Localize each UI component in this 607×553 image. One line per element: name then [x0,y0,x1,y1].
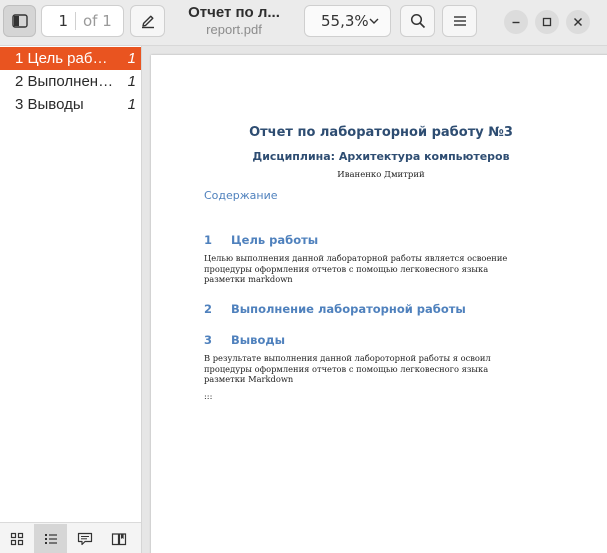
annotations-icon [77,532,92,545]
body-line: разметки Markdown [204,374,294,384]
current-page-input[interactable]: 1 [42,6,75,36]
chevron-down-icon [369,18,379,24]
document-subtitle: Дисциплина: Архитектура компьютеров [252,150,510,163]
outline-item-3[interactable]: 3 Выводы 1 [0,93,141,116]
section-body-3: В результате выполнения данной лаборотор… [204,353,539,385]
section-title: Цель работы [231,233,319,247]
pencil-icon [141,15,154,29]
contents-heading: Содержание [204,189,278,202]
section-title: Выводы [231,333,286,347]
header-bar: 1 of 1 Отчет по л... report.pdf 55,3% [0,0,607,46]
minimize-icon [512,21,520,24]
page-number-entry[interactable]: 1 of 1 [41,5,124,37]
outline-item-1[interactable]: 1 Цель работы 1 [0,47,141,70]
maximize-icon [542,17,552,27]
thumbnails-icon [10,532,23,545]
outline-sidebar: 1 Цель работы 1 2 Выполнение лабораторно… [0,46,142,553]
main-menu-button[interactable] [442,5,477,37]
tab-bookmarks[interactable] [102,524,135,553]
document-view[interactable]: Отчет по лабораторной работу №3 Дисципли… [142,46,607,553]
page-total-label: of 1 [83,12,112,30]
outline-item-page: 1 [127,73,136,90]
search-icon [410,13,425,29]
outline-item-label: 1 Цель работы [15,50,115,67]
outline-item-label: 3 Выводы [15,96,84,113]
zoom-dropdown[interactable]: 55,3% [304,5,391,37]
outline-list-icon [44,533,57,544]
close-button[interactable] [566,10,590,34]
outline-item-label: 2 Выполнение лабораторной работы [15,73,115,90]
maximize-button[interactable] [535,10,559,34]
sidebar-toggle-button[interactable] [3,5,36,37]
bookmarks-icon [111,532,126,545]
close-icon [574,18,582,26]
sidebar-toggle-icon [11,14,28,28]
body-line: процедуры оформления отчетов с помощью л… [204,363,489,374]
window-title: Отчет по л... [188,4,280,21]
outline-item-page: 1 [127,50,136,67]
body-line: Целью выполнения данной лабораторной раб… [204,253,508,263]
window-subtitle: report.pdf [206,22,262,37]
outline-item-2[interactable]: 2 Выполнение лабораторной работы 1 [0,70,141,93]
document-viewer-window: 1 of 1 Отчет по л... report.pdf 55,3% 1 … [0,0,607,553]
tab-annotations[interactable] [68,524,101,553]
section-number: 3 [204,333,213,347]
section-body-1: Целью выполнения данной лабораторной раб… [204,253,539,285]
hamburger-menu-icon [453,16,466,26]
document-title: Отчет по лабораторной работу №3 [249,125,513,140]
trailing-marker: ::: [204,391,213,401]
annotate-button[interactable] [130,5,165,37]
section-number: 2 [204,302,213,316]
search-button[interactable] [400,5,435,37]
section-number: 1 [204,233,213,247]
zoom-level: 55,3% [321,12,369,30]
body-line: разметки markdown [204,274,293,284]
body-line: процедуры оформления отчетов с помощью л… [204,263,489,274]
tab-thumbnails[interactable] [0,524,33,553]
minimize-button[interactable] [504,10,528,34]
document-author: Иваненко Дмитрий [337,170,425,180]
outline-item-page: 1 [127,96,136,113]
window-title-block: Отчет по л... report.pdf [172,4,296,40]
tab-outline[interactable] [34,524,67,553]
sidebar-view-switcher [0,522,141,553]
body-line: В результате выполнения данной лаборотор… [204,353,491,363]
section-title: Выполнение лабораторной работы [231,302,466,316]
pdf-page: Отчет по лабораторной работу №3 Дисципли… [151,55,607,553]
